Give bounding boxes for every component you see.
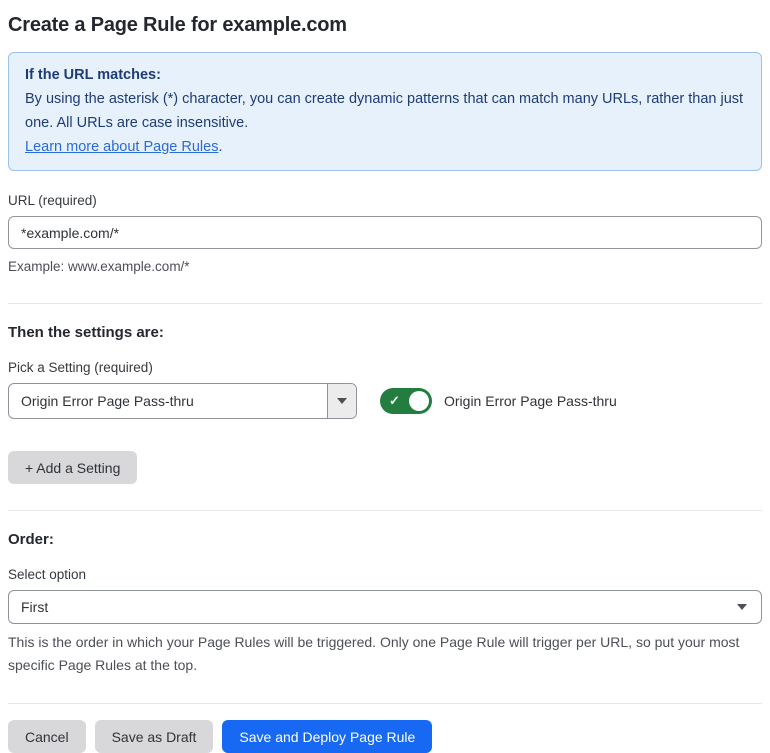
setting-select-value: Origin Error Page Pass-thru: [21, 393, 194, 409]
url-input[interactable]: [8, 216, 762, 249]
info-box-heading: If the URL matches:: [25, 67, 161, 83]
info-box-body: By using the asterisk (*) character, you…: [25, 91, 744, 131]
url-field-label: URL (required): [8, 193, 97, 208]
divider: [8, 303, 762, 304]
save-and-deploy-button[interactable]: Save and Deploy Page Rule: [222, 720, 433, 753]
order-select[interactable]: First: [8, 590, 762, 624]
page-title: Create a Page Rule for example.com: [8, 14, 347, 36]
setting-toggle-label: Origin Error Page Pass-thru: [444, 393, 617, 409]
url-example-text: Example: www.example.com/*: [8, 259, 190, 274]
divider: [8, 510, 762, 511]
cancel-button[interactable]: Cancel: [8, 720, 86, 753]
chevron-down-icon: [737, 604, 747, 610]
setting-select[interactable]: Origin Error Page Pass-thru: [8, 383, 357, 419]
order-section-heading: Order:: [8, 531, 54, 548]
url-match-info-box: If the URL matches: By using the asteris…: [8, 52, 762, 171]
divider: [8, 703, 762, 704]
order-help-text: This is the order in which your Page Rul…: [8, 634, 740, 673]
save-as-draft-button[interactable]: Save as Draft: [94, 720, 214, 753]
setting-select-arrow-button[interactable]: [327, 384, 356, 418]
setting-row: Origin Error Page Pass-thru ✓ Origin Err…: [8, 383, 762, 419]
order-select-value: First: [21, 599, 49, 615]
settings-section-heading: Then the settings are:: [8, 324, 164, 341]
check-icon: ✓: [389, 393, 400, 409]
learn-more-link[interactable]: Learn more about Page Rules: [25, 139, 218, 155]
info-box-link-line: Learn more about Page Rules.: [25, 135, 745, 159]
setting-toggle[interactable]: ✓: [380, 388, 432, 414]
order-select-label: Select option: [8, 567, 87, 582]
add-setting-button[interactable]: + Add a Setting: [8, 451, 138, 484]
pick-setting-label: Pick a Setting (required): [8, 360, 153, 375]
link-period: .: [218, 139, 223, 155]
chevron-down-icon: [337, 398, 347, 404]
toggle-knob: [409, 391, 429, 411]
footer-actions: Cancel Save as Draft Save and Deploy Pag…: [8, 720, 762, 753]
